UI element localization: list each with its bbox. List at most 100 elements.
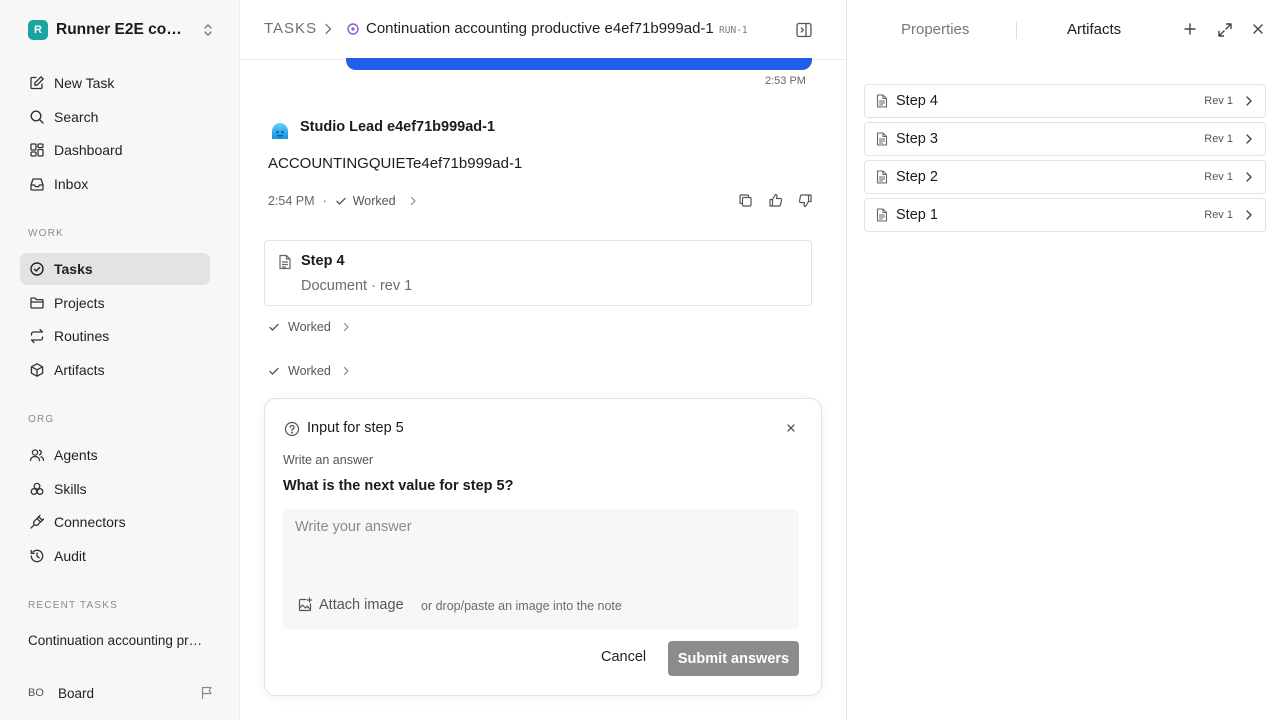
answer-box: Attach image or drop/paste an image into… (283, 509, 799, 629)
artifact-row[interactable]: Step 1 Rev 1 (864, 198, 1266, 232)
avatar: BO (28, 687, 44, 699)
chevron-right-icon (341, 321, 351, 333)
worked-row[interactable]: Worked (268, 364, 351, 378)
tab-divider (1016, 21, 1017, 39)
nav-skills[interactable]: Skills (20, 473, 210, 505)
workspace-switcher[interactable]: R Runner E2E continuation (28, 18, 214, 42)
artifact-name: Step 1 (896, 207, 938, 223)
document-icon (876, 132, 888, 146)
answer-label: Write an answer (283, 453, 374, 467)
message-time: 2:54 PM (268, 194, 315, 208)
image-plus-icon (297, 597, 313, 613)
step-input-card: Input for step 5 Write an answer What is… (264, 398, 822, 696)
cancel-button[interactable]: Cancel (601, 649, 646, 665)
copy-icon[interactable] (730, 193, 760, 211)
message-actions (730, 193, 820, 211)
recent-task-item[interactable]: Continuation accounting productive e4ef7… (28, 633, 208, 648)
artifact-row[interactable]: Step 4 Rev 1 (864, 84, 1266, 118)
worked-label: Worked (288, 364, 331, 378)
document-subtitle: Document · rev 1 (301, 278, 413, 294)
thumbs-down-icon[interactable] (790, 193, 820, 211)
attach-image-button[interactable]: Attach image (297, 597, 404, 613)
run-badge: RUN-1 (719, 25, 748, 36)
nav-label: Search (54, 109, 99, 125)
agent-message: ACCOUNTINGQUIETe4ef71b999ad-1 (268, 155, 523, 172)
right-panel: Properties Artifacts Step 4 Rev 1 Step 3… (846, 0, 1280, 720)
artifact-row[interactable]: Step 2 Rev 1 (864, 160, 1266, 194)
nav-label: Agents (54, 447, 98, 463)
chevron-updown-icon (202, 23, 214, 37)
expand-icon[interactable] (1217, 22, 1233, 38)
nav-search[interactable]: Search (20, 101, 210, 133)
tab-properties[interactable]: Properties (901, 21, 969, 38)
nav-artifacts[interactable]: Artifacts (20, 354, 210, 386)
close-icon[interactable] (1251, 22, 1265, 36)
plus-icon[interactable] (1183, 22, 1197, 36)
nav-agents[interactable]: Agents (20, 439, 210, 471)
nav-projects[interactable]: Projects (20, 287, 210, 319)
search-icon (28, 108, 46, 126)
history-icon (28, 547, 46, 565)
artifact-row[interactable]: Step 3 Rev 1 (864, 122, 1266, 156)
agent-avatar (268, 117, 292, 141)
nav-new-task[interactable]: New Task (20, 67, 210, 99)
user-menu[interactable]: BO Board (28, 682, 214, 704)
inbox-icon (28, 175, 46, 193)
artifact-rev: Rev 1 (1204, 133, 1233, 145)
panel-toggle-icon[interactable] (795, 21, 813, 39)
check-icon (268, 321, 280, 333)
nav-label: Projects (54, 295, 105, 311)
page-title: Continuation accounting productive e4ef7… (366, 20, 714, 37)
folder-icon (28, 294, 46, 312)
chevron-right-icon (322, 22, 334, 36)
document-icon (876, 94, 888, 108)
nav-connectors[interactable]: Connectors (20, 506, 210, 538)
chevron-right-icon (1245, 209, 1253, 221)
tab-artifacts[interactable]: Artifacts (1067, 21, 1121, 38)
breadcrumb-tasks[interactable]: TASKS (264, 20, 317, 37)
chevron-right-icon[interactable] (408, 195, 418, 207)
document-icon (876, 208, 888, 222)
user-name: Board (58, 685, 95, 701)
nav-audit[interactable]: Audit (20, 540, 210, 572)
document-card[interactable]: Step 4 Document · rev 1 (264, 240, 812, 306)
artifact-rev: Rev 1 (1204, 171, 1233, 183)
document-icon (876, 170, 888, 184)
nav-inbox[interactable]: Inbox (20, 168, 210, 200)
check-icon (335, 195, 347, 207)
status-circle-icon[interactable] (346, 22, 360, 36)
users-icon (28, 446, 46, 464)
agent-name: Studio Lead e4ef71b999ad-1 (300, 119, 496, 135)
sidebar: R Runner E2E continuation New Task Searc… (0, 0, 240, 720)
section-label-work: WORK (28, 228, 64, 239)
artifact-name: Step 4 (896, 93, 938, 109)
flag-icon[interactable] (200, 686, 214, 700)
message-timestamp: 2:53 PM (765, 75, 806, 87)
worked-row[interactable]: Worked (268, 320, 351, 334)
meta-separator: · (322, 194, 327, 208)
dashboard-icon (28, 141, 46, 159)
nav-routines[interactable]: Routines (20, 320, 210, 352)
nav-dashboard[interactable]: Dashboard (20, 134, 210, 166)
chevron-right-icon (1245, 133, 1253, 145)
help-circle-icon (284, 421, 300, 437)
section-label-org: ORG (28, 414, 55, 425)
submit-answers-button[interactable]: Submit answers (668, 641, 799, 676)
artifact-name: Step 3 (896, 131, 938, 147)
close-icon[interactable] (785, 422, 797, 434)
thumbs-up-icon[interactable] (760, 193, 790, 211)
nav-label: Connectors (54, 514, 126, 530)
artifact-name: Step 2 (896, 169, 938, 185)
artifact-rev: Rev 1 (1204, 209, 1233, 221)
question-text: What is the next value for step 5? (283, 478, 514, 494)
answer-input[interactable] (295, 519, 785, 575)
document-title: Step 4 (301, 253, 345, 269)
workspace-logo: R (28, 20, 48, 40)
worked-toggle[interactable]: Worked (353, 194, 396, 208)
chevron-right-icon (1245, 95, 1253, 107)
input-card-title: Input for step 5 (307, 420, 404, 436)
worked-label: Worked (288, 320, 331, 334)
nav-label: Artifacts (54, 362, 105, 378)
attach-hint: or drop/paste an image into the note (421, 599, 622, 613)
nav-tasks[interactable]: Tasks (20, 253, 210, 285)
